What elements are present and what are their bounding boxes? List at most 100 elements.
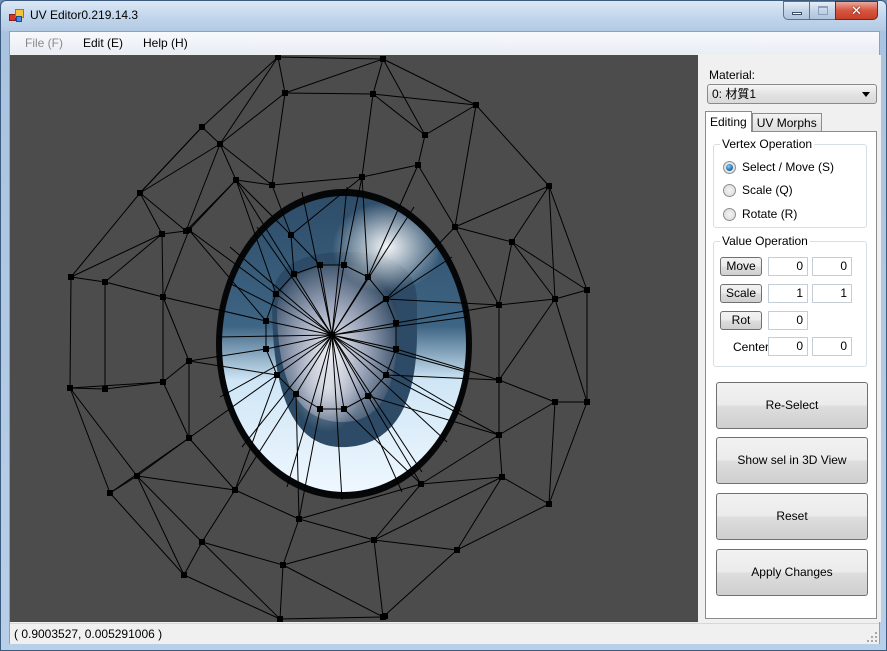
mesh-vertex[interactable] [380, 56, 386, 62]
mesh-vertex[interactable] [371, 537, 377, 543]
radio-button[interactable] [723, 207, 736, 221]
minimize-button[interactable] [783, 1, 809, 20]
apply-changes-button[interactable]: Apply Changes [716, 549, 868, 596]
mesh-vertex[interactable] [509, 239, 515, 245]
mesh-vertex[interactable] [296, 516, 302, 522]
mesh-vertex[interactable] [280, 562, 286, 568]
tab-uv-morphs[interactable]: UV Morphs [751, 113, 822, 131]
mesh-vertex[interactable] [160, 294, 166, 300]
maximize-button[interactable] [809, 1, 835, 20]
mesh-vertex[interactable] [102, 279, 108, 285]
mesh-vertex[interactable] [217, 141, 223, 147]
scale-x-input[interactable]: 1 [768, 284, 808, 303]
center-x-input[interactable]: 0 [768, 337, 808, 356]
mesh-vertex[interactable] [454, 547, 460, 553]
radio-scale[interactable]: Scale (Q) [723, 183, 793, 197]
mesh-vertex[interactable] [552, 399, 558, 405]
radio-button-checked[interactable] [723, 160, 736, 174]
radio-select-move[interactable]: Select / Move (S) [723, 160, 834, 174]
mesh-vertex[interactable] [365, 393, 371, 399]
mesh-vertex[interactable] [383, 372, 389, 378]
mesh-vertex[interactable] [415, 162, 421, 168]
mesh-vertex[interactable] [393, 346, 399, 352]
mesh-vertex[interactable] [274, 372, 280, 378]
reselect-button[interactable]: Re-Select [716, 382, 868, 429]
radio-rotate[interactable]: Rotate (R) [723, 207, 797, 221]
mesh-vertex[interactable] [68, 274, 74, 280]
mesh-vertex[interactable] [181, 572, 187, 578]
mesh-vertex[interactable] [232, 487, 238, 493]
radio-button[interactable] [723, 183, 736, 197]
mesh-vertex[interactable] [277, 616, 283, 622]
title-bar[interactable]: UV Editor0.219.14.3 ✕ [1, 1, 886, 31]
mesh-vertex[interactable] [263, 346, 269, 352]
mesh-vertex[interactable] [496, 432, 502, 438]
scale-y-input[interactable]: 1 [812, 284, 852, 303]
mesh-vertex[interactable] [452, 224, 458, 230]
mesh-vertex[interactable] [186, 358, 192, 364]
mesh-vertex[interactable] [317, 262, 323, 268]
mesh-vertex[interactable] [383, 296, 389, 302]
mesh-vertex[interactable] [134, 473, 140, 479]
reset-button[interactable]: Reset [716, 493, 868, 540]
mesh-vertex[interactable] [160, 379, 166, 385]
mesh-vertex[interactable] [137, 190, 143, 196]
rot-button[interactable]: Rot [720, 311, 762, 330]
mesh-vertex[interactable] [317, 406, 323, 412]
mesh-vertex[interactable] [422, 132, 428, 138]
mesh-vertex[interactable] [584, 287, 590, 293]
mesh-vertex[interactable] [499, 474, 505, 480]
tab-editing[interactable]: Editing [705, 111, 752, 132]
mesh-vertex[interactable] [418, 481, 424, 487]
mesh-vertex[interactable] [359, 174, 365, 180]
menu-help[interactable]: Help (H) [136, 36, 195, 50]
show-sel-3d-button[interactable]: Show sel in 3D View [716, 437, 868, 484]
mesh-vertex[interactable] [269, 182, 275, 188]
mesh-vertex[interactable] [275, 55, 281, 60]
resize-grip-icon[interactable] [865, 630, 877, 642]
mesh-vertex[interactable] [370, 91, 376, 97]
mesh-edge [219, 143, 273, 186]
mesh-vertex[interactable] [291, 271, 297, 277]
mesh-vertex[interactable] [496, 302, 502, 308]
mesh-vertex[interactable] [107, 490, 113, 496]
mesh-vertex[interactable] [546, 183, 552, 189]
mesh-vertex[interactable] [552, 296, 558, 302]
mesh-vertex[interactable] [186, 227, 192, 233]
mesh-vertex[interactable] [67, 385, 73, 391]
scale-button[interactable]: Scale [720, 284, 762, 303]
mesh-vertex[interactable] [282, 90, 288, 96]
rot-input[interactable]: 0 [768, 311, 808, 330]
mesh-vertex[interactable] [365, 274, 371, 280]
uv-mesh-view[interactable] [10, 55, 698, 622]
mesh-vertex[interactable] [473, 102, 479, 108]
mesh-vertex[interactable] [186, 435, 192, 441]
mesh-vertex[interactable] [233, 177, 239, 183]
move-button[interactable]: Move [720, 257, 762, 276]
mesh-edge [498, 298, 556, 381]
mesh-vertex[interactable] [293, 391, 299, 397]
mesh-vertex[interactable] [496, 377, 502, 383]
mesh-vertex[interactable] [263, 318, 269, 324]
mesh-vertex[interactable] [341, 406, 347, 412]
material-dropdown[interactable]: 0: 材質1 [707, 84, 877, 104]
mesh-vertex[interactable] [102, 386, 108, 392]
uv-canvas[interactable] [10, 55, 698, 622]
mesh-vertex[interactable] [382, 613, 388, 619]
mesh-vertex[interactable] [273, 291, 279, 297]
mesh-vertex[interactable] [341, 262, 347, 268]
mesh-vertex[interactable] [393, 320, 399, 326]
close-button[interactable]: ✕ [835, 1, 878, 20]
mesh-vertex[interactable] [546, 501, 552, 507]
menu-file[interactable]: File (F) [18, 36, 70, 50]
mesh-vertex[interactable] [288, 232, 294, 238]
mesh-vertex[interactable] [199, 124, 205, 130]
mesh-vertex[interactable] [199, 539, 205, 545]
mesh-vertex[interactable] [329, 332, 335, 338]
mesh-vertex[interactable] [584, 399, 590, 405]
mesh-vertex[interactable] [159, 231, 165, 237]
move-x-input[interactable]: 0 [768, 257, 808, 276]
menu-edit[interactable]: Edit (E) [76, 36, 130, 50]
center-y-input[interactable]: 0 [812, 337, 852, 356]
move-y-input[interactable]: 0 [812, 257, 852, 276]
